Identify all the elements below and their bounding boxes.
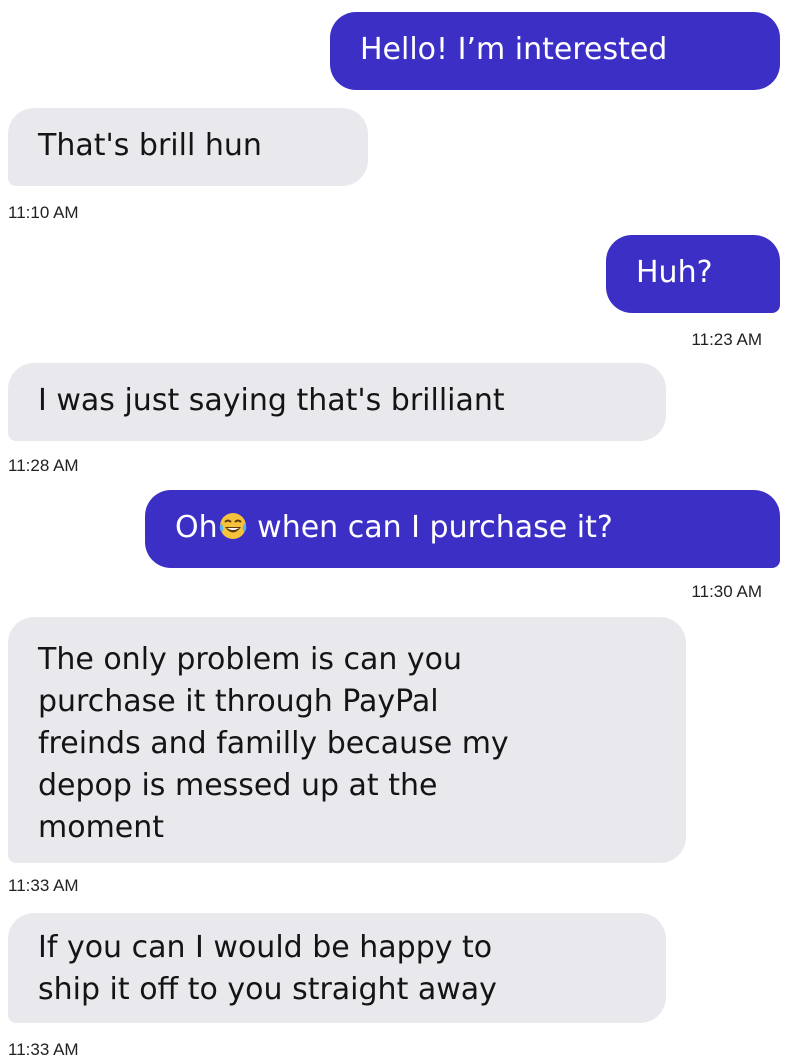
message-timestamp: 11:33 AM xyxy=(8,1040,79,1059)
message-bubble-sent[interactable]: Hello! I’m interested xyxy=(330,12,780,90)
tears-of-joy-emoji-icon xyxy=(219,513,246,539)
message-timestamp: 11:10 AM xyxy=(8,203,79,222)
message-timestamp: 11:33 AM xyxy=(8,876,79,895)
message-timestamp: 11:28 AM xyxy=(8,456,79,475)
message-timestamp: 11:23 AM xyxy=(691,330,762,349)
message-bubble-received[interactable]: If you can I would be happy to ship it o… xyxy=(8,913,666,1023)
message-text: That's brill hun xyxy=(38,128,262,163)
message-text-line: ship it off to you straight away xyxy=(38,972,497,1007)
message-text-line: depop is messed up at the xyxy=(38,768,438,803)
message-text: Oh xyxy=(175,510,218,545)
message-timestamp: 11:30 AM xyxy=(691,582,762,601)
message-text-line: The only problem is can you xyxy=(38,642,463,677)
message-bubble-received[interactable]: I was just saying that's brilliant xyxy=(8,363,666,441)
message-text-line: freinds and familly because my xyxy=(38,726,509,761)
message-text: Huh? xyxy=(636,255,713,290)
message-bubble-sent[interactable]: Oh when can I purchase it? xyxy=(145,490,780,568)
message-bubble-received[interactable]: That's brill hun xyxy=(8,108,368,186)
message-text-line: If you can I would be happy to xyxy=(38,930,493,965)
message-text: Hello! I’m interested xyxy=(360,32,668,67)
message-text-line: moment xyxy=(38,810,165,845)
message-text: when can I purchase it? xyxy=(247,510,613,545)
message-text: I was just saying that's brilliant xyxy=(38,383,505,418)
message-bubble-received[interactable]: The only problem is can you purchase it … xyxy=(8,617,686,863)
message-bubble-sent[interactable]: Huh? xyxy=(606,235,780,313)
message-text-line: purchase it through PayPal xyxy=(38,684,439,719)
